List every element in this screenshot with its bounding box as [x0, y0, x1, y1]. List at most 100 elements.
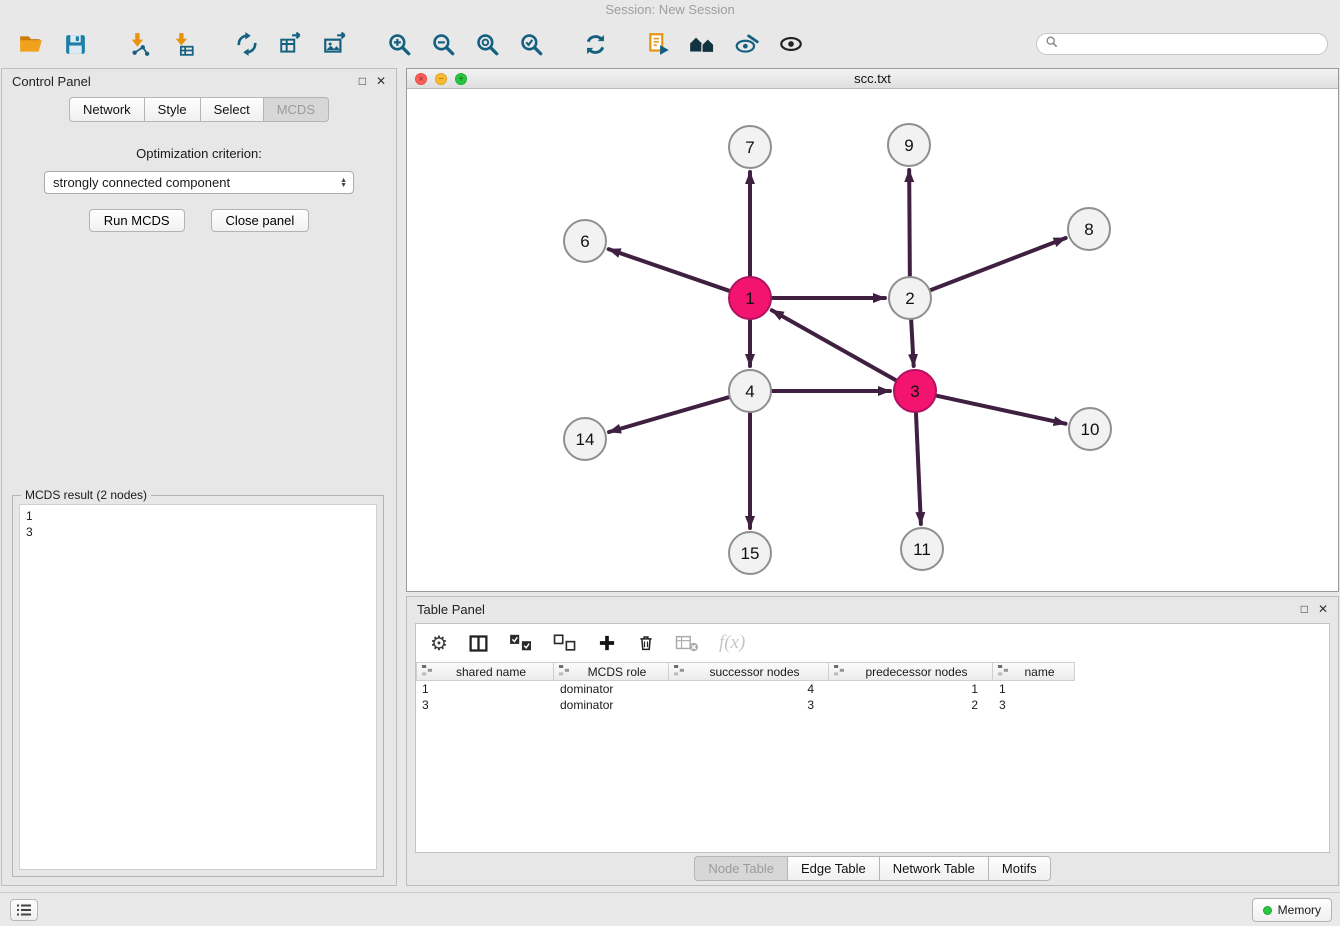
delete-row-icon[interactable]	[637, 633, 655, 653]
graph-node-1[interactable]: 1	[729, 277, 771, 319]
graph-edge-2-8[interactable]	[931, 238, 1066, 290]
task-list-icon[interactable]	[10, 899, 38, 921]
zoom-in-icon[interactable]	[380, 27, 418, 61]
column-header-name[interactable]: name	[993, 662, 1075, 681]
table-row[interactable]: 1dominator411	[416, 681, 1329, 697]
graph-node-8[interactable]: 8	[1068, 208, 1110, 250]
network-analyzer-icon[interactable]	[684, 27, 722, 61]
svg-text:15: 15	[741, 544, 760, 563]
table-row[interactable]: 3dominator323	[416, 697, 1329, 713]
close-table-panel-icon[interactable]: ✕	[1318, 602, 1328, 616]
mcds-result-title: MCDS result (2 nodes)	[21, 488, 151, 502]
graph-edge-4-14[interactable]	[609, 397, 729, 432]
run-mcds-button[interactable]: Run MCDS	[89, 209, 185, 232]
tab-node-table[interactable]: Node Table	[694, 856, 787, 881]
graph-node-14[interactable]: 14	[564, 418, 606, 460]
column-header-predecessor-nodes[interactable]: predecessor nodes	[829, 662, 993, 681]
select-all-icon[interactable]	[509, 633, 533, 653]
import-table-icon[interactable]	[164, 27, 202, 61]
graph-edge-3-10[interactable]	[936, 396, 1065, 424]
graph-node-9[interactable]: 9	[888, 124, 930, 166]
import-network-icon[interactable]	[120, 27, 158, 61]
search-input[interactable]	[1063, 37, 1319, 51]
close-panel-button[interactable]: Close panel	[211, 209, 310, 232]
zoom-fit-icon[interactable]	[468, 27, 506, 61]
toolbar-group	[12, 27, 94, 61]
graph-node-6[interactable]: 6	[564, 220, 606, 262]
cell-predecessor-nodes[interactable]: 1	[829, 681, 993, 697]
save-session-icon[interactable]	[56, 27, 94, 61]
control-panel-title: Control Panel	[12, 74, 91, 89]
float-panel-icon[interactable]: □	[359, 74, 366, 88]
cell-shared-name[interactable]: 1	[416, 681, 554, 697]
add-row-icon[interactable]	[597, 633, 617, 653]
open-file-icon[interactable]	[12, 27, 50, 61]
minimize-window-button[interactable]: −	[435, 73, 447, 85]
graph-node-10[interactable]: 10	[1069, 408, 1111, 450]
mcds-result-list[interactable]: 13	[19, 504, 377, 870]
clone-network-icon[interactable]	[640, 27, 678, 61]
cell-MCDS-role[interactable]: dominator	[554, 697, 669, 713]
refresh-layout-icon[interactable]	[576, 27, 614, 61]
tab-edge-table[interactable]: Edge Table	[787, 856, 879, 881]
float-table-panel-icon[interactable]: □	[1301, 602, 1308, 616]
mcds-result-group: MCDS result (2 nodes) 13	[12, 495, 384, 877]
export-image-icon[interactable]	[316, 27, 354, 61]
graph-edge-3-11[interactable]	[916, 413, 921, 524]
tab-style[interactable]: Style	[144, 97, 200, 122]
svg-text:6: 6	[580, 232, 589, 251]
cell-successor-nodes[interactable]: 4	[669, 681, 829, 697]
graph-node-11[interactable]: 11	[901, 528, 943, 570]
svg-text:9: 9	[904, 136, 913, 155]
status-bar: Memory	[0, 892, 1340, 926]
table-panel-tabs: Node TableEdge TableNetwork TableMotifs	[407, 856, 1338, 881]
new-network-icon[interactable]	[228, 27, 266, 61]
column-header-label: predecessor nodes	[845, 665, 988, 679]
tab-mcds[interactable]: MCDS	[263, 97, 329, 122]
graph-edge-3-1[interactable]	[772, 310, 896, 380]
graph-node-3[interactable]: 3	[894, 370, 936, 412]
graph-edge-1-6[interactable]	[609, 249, 730, 291]
column-header-shared-name[interactable]: shared name	[416, 662, 554, 681]
export-network-icon[interactable]	[272, 27, 310, 61]
zoom-selected-icon[interactable]	[512, 27, 550, 61]
graph-node-2[interactable]: 2	[889, 277, 931, 319]
graph-edge-2-9[interactable]	[909, 170, 910, 276]
graph-node-7[interactable]: 7	[729, 126, 771, 168]
unselect-all-icon[interactable]	[553, 633, 577, 653]
search-box[interactable]	[1036, 33, 1328, 55]
show-graphics-icon[interactable]	[772, 27, 810, 61]
criterion-dropdown-value: strongly connected component	[53, 175, 230, 190]
column-header-MCDS-role[interactable]: MCDS role	[554, 662, 669, 681]
column-header-label: MCDS role	[570, 665, 664, 679]
zoom-out-icon[interactable]	[424, 27, 462, 61]
svg-text:1: 1	[745, 289, 754, 308]
zoom-window-button[interactable]: +	[455, 73, 467, 85]
network-window-titlebar[interactable]: ×−+ scc.txt	[407, 69, 1338, 89]
cell-predecessor-nodes[interactable]: 2	[829, 697, 993, 713]
tab-motifs[interactable]: Motifs	[988, 856, 1051, 881]
network-window-title: scc.txt	[854, 71, 891, 86]
cell-successor-nodes[interactable]: 3	[669, 697, 829, 713]
show-columns-icon[interactable]	[468, 633, 489, 654]
cell-shared-name[interactable]: 3	[416, 697, 554, 713]
cell-MCDS-role[interactable]: dominator	[554, 681, 669, 697]
column-header-successor-nodes[interactable]: successor nodes	[669, 662, 829, 681]
graph-node-4[interactable]: 4	[729, 370, 771, 412]
close-window-button[interactable]: ×	[415, 73, 427, 85]
criterion-dropdown[interactable]: strongly connected component ▲▼	[44, 171, 354, 194]
tab-network[interactable]: Network	[69, 97, 144, 122]
gear-icon[interactable]: ⚙	[430, 631, 448, 656]
tab-select[interactable]: Select	[200, 97, 263, 122]
mcds-result-item: 1	[26, 508, 370, 524]
cell-name[interactable]: 3	[993, 697, 1075, 713]
cell-name[interactable]: 1	[993, 681, 1075, 697]
graph-node-15[interactable]: 15	[729, 532, 771, 574]
tab-network-table[interactable]: Network Table	[879, 856, 988, 881]
close-panel-icon[interactable]: ✕	[376, 74, 386, 88]
network-canvas-svg[interactable]: 7 9 6 8 1 2 4 3 14 10 15 11	[407, 89, 1338, 591]
memory-indicator-button[interactable]: Memory	[1252, 898, 1332, 922]
svg-text:11: 11	[913, 540, 931, 559]
style-eye-icon[interactable]	[728, 27, 766, 61]
graph-edge-2-3[interactable]	[911, 320, 913, 366]
